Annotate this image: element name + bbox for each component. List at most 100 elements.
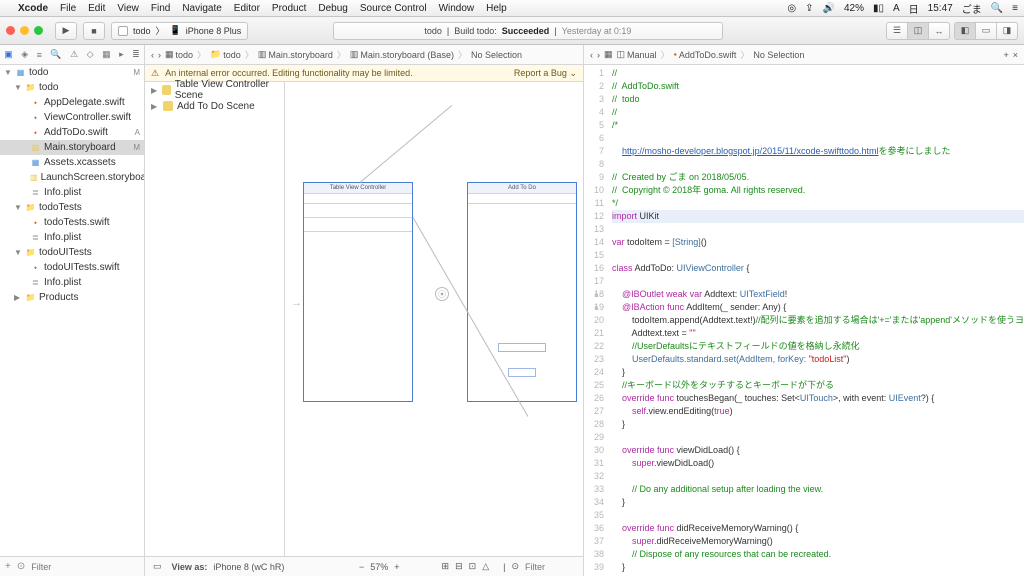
tree-item[interactable]: ▦Assets.xcassets: [0, 155, 144, 170]
forward-icon[interactable]: ›: [597, 50, 600, 60]
toggle-inspector-button[interactable]: ◨: [996, 22, 1018, 40]
pin-icon[interactable]: ⊡: [469, 561, 477, 572]
jump-crumb[interactable]: No Selection: [471, 50, 522, 60]
menu-file[interactable]: File: [60, 3, 76, 14]
notifications-icon[interactable]: ≡: [1012, 3, 1018, 14]
resolve-icon[interactable]: △: [482, 561, 489, 572]
jump-crumb[interactable]: ▦ todo: [165, 49, 193, 60]
tree-group-products[interactable]: ▶📁Products: [0, 290, 144, 305]
tree-group-todo[interactable]: ▼📁 todo: [0, 80, 144, 95]
menu-edit[interactable]: Edit: [88, 3, 105, 14]
back-icon[interactable]: ‹: [151, 50, 154, 60]
ib-canvas[interactable]: → Table View Controller Add To Do: [285, 82, 583, 556]
outline-item[interactable]: ▶Table View Controller Scene: [145, 82, 284, 98]
forward-icon[interactable]: ›: [158, 50, 161, 60]
add-target-icon[interactable]: +: [5, 561, 11, 572]
app-menu[interactable]: Xcode: [18, 3, 48, 14]
navigator-filter-input[interactable]: [31, 562, 148, 572]
menu-product[interactable]: Product: [272, 3, 306, 14]
jump-crumb[interactable]: 📁 todo: [210, 49, 241, 60]
debug-navigator-tab[interactable]: ▦: [102, 49, 111, 60]
report-bug-link[interactable]: Report a Bug ⌄: [514, 68, 577, 79]
issue-navigator-tab[interactable]: ⚠: [70, 49, 78, 60]
spotlight-icon[interactable]: 🔍: [991, 3, 1003, 14]
date-day[interactable]: 日: [909, 1, 919, 16]
code-jumpbar: ‹ › ▦ ◫ Manual〉 ⬩ AddToDo.swift〉 No Sele…: [584, 45, 1024, 65]
menu-view[interactable]: View: [117, 3, 139, 14]
zoom-window-icon[interactable]: [34, 26, 43, 35]
close-window-icon[interactable]: [6, 26, 15, 35]
jump-crumb[interactable]: ◫ Manual: [617, 49, 657, 60]
project-navigator-tab[interactable]: ▣: [4, 49, 13, 60]
breakpoint-navigator-tab[interactable]: ▸: [119, 49, 124, 60]
tree-item-selected[interactable]: ▥Main.storyboardM: [0, 140, 144, 155]
standard-editor-button[interactable]: ☰: [886, 22, 908, 40]
menu-debug[interactable]: Debug: [318, 3, 347, 14]
status-target: todo: [424, 26, 442, 36]
menu-navigate[interactable]: Navigate: [182, 3, 221, 14]
jump-crumb[interactable]: ▥ Main.storyboard: [258, 49, 333, 60]
add-assistant-icon[interactable]: +: [1003, 50, 1008, 60]
scm-navigator-tab[interactable]: ◈: [21, 49, 28, 60]
tree-item[interactable]: ≣Info.plist: [0, 275, 144, 290]
tree-project-root[interactable]: ▼▦ todo M: [0, 65, 144, 80]
assistant-editor-button[interactable]: ◫: [907, 22, 929, 40]
symbol-navigator-tab[interactable]: ≡: [37, 50, 42, 60]
scene-tableview[interactable]: Table View Controller: [303, 182, 413, 402]
battery-pct[interactable]: 42%: [844, 3, 864, 14]
toggle-debug-button[interactable]: ▭: [975, 22, 997, 40]
tree-item[interactable]: ▥LaunchScreen.storyboard: [0, 170, 144, 185]
clock[interactable]: 15:47: [928, 3, 953, 14]
constraints-icon[interactable]: ⊞: [442, 561, 450, 572]
scheme-selector[interactable]: todo 〉 📱 iPhone 8 Plus: [111, 22, 248, 40]
stop-button[interactable]: ■: [83, 22, 105, 40]
status-icon[interactable]: ◎: [787, 3, 796, 14]
tree-item[interactable]: ≣Info.plist: [0, 230, 144, 245]
tree-item[interactable]: ⬩ViewController.swift: [0, 110, 144, 125]
tree-item[interactable]: ⬩todoUITests.swift: [0, 260, 144, 275]
scene-icon: [162, 85, 171, 95]
menu-find[interactable]: Find: [151, 3, 170, 14]
related-icon[interactable]: ▦: [604, 49, 613, 60]
version-editor-button[interactable]: ↔: [928, 22, 950, 40]
minimize-window-icon[interactable]: [20, 26, 29, 35]
segue-icon[interactable]: ⦿: [435, 287, 449, 301]
wifi-icon[interactable]: ⇪: [805, 3, 813, 14]
menu-help[interactable]: Help: [486, 3, 507, 14]
editor-mode-segment: ☰ ◫ ↔: [886, 22, 950, 40]
zoom-in-button[interactable]: +: [394, 562, 399, 572]
battery-icon[interactable]: ▮▯: [873, 3, 884, 14]
tree-group-todotests[interactable]: ▼📁todoTests: [0, 200, 144, 215]
report-navigator-tab[interactable]: ≣: [132, 49, 140, 60]
tree-item[interactable]: ⬩AddToDo.swiftA: [0, 125, 144, 140]
menu-window[interactable]: Window: [439, 3, 475, 14]
jump-crumb[interactable]: ⬩ AddToDo.swift: [674, 49, 737, 60]
user-name[interactable]: ごま: [962, 1, 982, 16]
toggle-navigator-button[interactable]: ◧: [954, 22, 976, 40]
back-icon[interactable]: ‹: [590, 50, 593, 60]
ib-filter-input[interactable]: [525, 562, 575, 572]
outline-toggle-icon[interactable]: ▭: [153, 561, 162, 572]
menu-scm[interactable]: Source Control: [360, 3, 427, 14]
ime-indicator[interactable]: A: [893, 3, 900, 14]
view-as-selector[interactable]: View as: iPhone 8 (wC hR): [172, 562, 285, 572]
tree-item[interactable]: ≣Info.plist: [0, 185, 144, 200]
tree-group-todouitests[interactable]: ▼📁todoUITests: [0, 245, 144, 260]
scene-addtodo[interactable]: Add To Do: [467, 182, 577, 402]
source-text[interactable]: //// AddToDo.swift// todo///* http://mos…: [608, 65, 1024, 576]
jump-crumb[interactable]: No Selection: [753, 50, 804, 60]
line-gutter: 1234567891011121314151617181920212223242…: [584, 65, 608, 576]
menu-editor[interactable]: Editor: [234, 3, 260, 14]
align-icon[interactable]: ⊟: [455, 561, 463, 572]
find-navigator-tab[interactable]: 🔍: [50, 49, 61, 60]
test-navigator-tab[interactable]: ◇: [87, 49, 94, 60]
tree-item[interactable]: ⬩AppDelegate.swift: [0, 95, 144, 110]
tree-item[interactable]: ⬩todoTests.swift: [0, 215, 144, 230]
run-button[interactable]: ▶: [55, 22, 77, 40]
source-editor[interactable]: 1234567891011121314151617181920212223242…: [584, 65, 1024, 576]
volume-icon[interactable]: 🔊: [823, 3, 835, 14]
zoom-out-button[interactable]: −: [359, 562, 364, 572]
close-assistant-icon[interactable]: ×: [1013, 50, 1018, 60]
segue-line[interactable]: [360, 105, 453, 183]
jump-crumb[interactable]: ▥ Main.storyboard (Base): [350, 49, 454, 60]
